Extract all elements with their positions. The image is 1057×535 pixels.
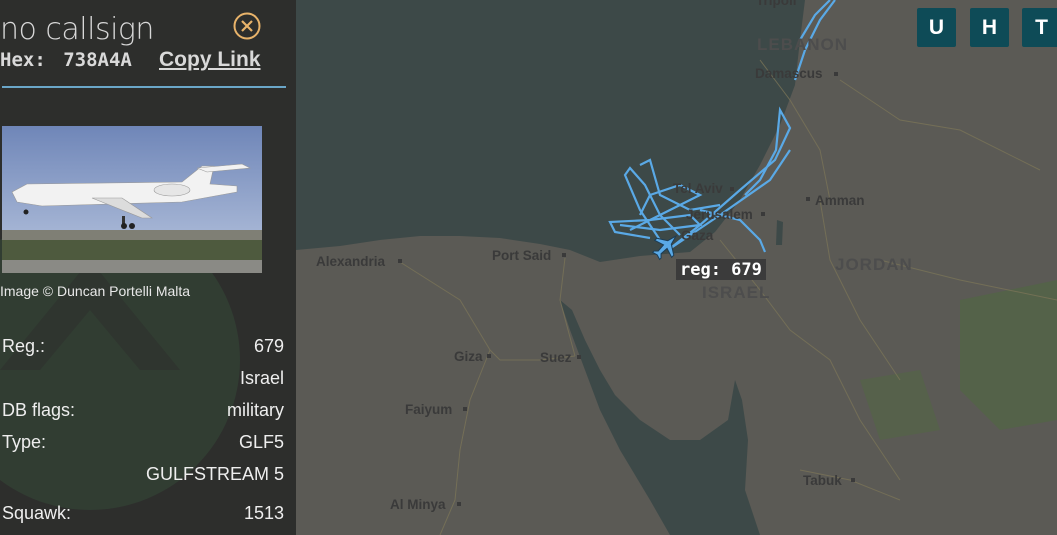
detail-key: Squawk: (2, 503, 72, 523)
city-label: Al Minya (390, 497, 446, 512)
city-label: Tabuk (803, 473, 842, 488)
detail-value: GLF5 (238, 432, 284, 452)
detail-value: GULFSTREAM 5 (145, 464, 284, 484)
detail-value: Israel (239, 368, 284, 388)
close-icon[interactable] (233, 12, 261, 40)
h-button[interactable]: H (970, 8, 1009, 47)
city-label: Faiyum (405, 402, 452, 417)
city-label: Damascus (755, 66, 823, 81)
detail-value: 679 (253, 336, 284, 356)
city-label: Gaza (681, 228, 714, 243)
copy-link-button[interactable]: Copy Link (159, 48, 261, 72)
u-button[interactable]: U (917, 8, 956, 47)
divider (2, 86, 286, 88)
city-marker (761, 212, 765, 216)
city-label: Giza (454, 349, 483, 364)
detail-key: Type: (2, 432, 47, 452)
hex-value: 738A4A (63, 49, 132, 71)
city-label: Tripoli (756, 0, 797, 8)
image-credit: Image © Duncan Portelli Malta (0, 283, 191, 299)
city-marker (851, 478, 855, 482)
country-label: LEBANON (757, 35, 848, 54)
hex-row: Hex: 738A4A (0, 49, 132, 71)
city-marker (806, 197, 810, 201)
city-marker (577, 355, 581, 359)
city-label: Tel Aviv (673, 181, 723, 196)
detail-value: military (227, 400, 284, 420)
t-button[interactable]: T (1022, 8, 1057, 47)
detail-value: 1513 (243, 503, 284, 523)
aircraft-info-panel: no callsign Hex: 738A4A Copy Link Image … (0, 0, 296, 535)
city-marker (487, 354, 491, 358)
country-label: ISRAEL (702, 283, 770, 302)
city-marker (730, 187, 734, 191)
country-label: JORDAN (835, 255, 913, 274)
city-marker (398, 259, 402, 263)
city-marker (463, 407, 467, 411)
callsign: no callsign (0, 12, 154, 47)
aircraft-label: reg: 679 (680, 260, 762, 280)
detail-key: Reg.: (2, 336, 46, 356)
aircraft-photo[interactable] (2, 126, 262, 273)
hex-label: Hex: (0, 49, 46, 71)
city-label: Jerusalem (686, 207, 753, 222)
dead-sea (776, 220, 783, 245)
detail-key: DB flags: (2, 400, 76, 420)
city-label: Alexandria (316, 254, 386, 269)
city-marker (457, 502, 461, 506)
city-marker (562, 253, 566, 257)
city-marker (834, 72, 838, 76)
city-label: Suez (540, 350, 572, 365)
city-label: Amman (815, 193, 865, 208)
city-label: Port Said (492, 248, 551, 263)
